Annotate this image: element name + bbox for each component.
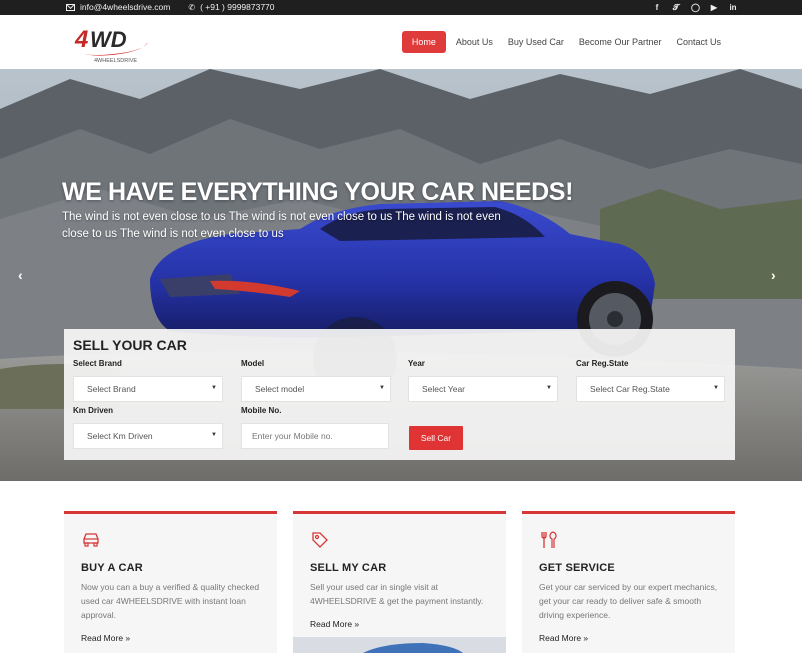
year-label: Year <box>408 359 425 368</box>
mobile-input[interactable]: Enter your Mobile no. <box>241 423 389 449</box>
linkedin-icon[interactable]: in <box>729 3 737 12</box>
nav-contact-us[interactable]: Contact Us <box>669 31 728 53</box>
slider-prev-arrow[interactable]: ‹ <box>18 267 23 283</box>
phone-icon: ✆ <box>188 2 196 12</box>
instagram-icon[interactable]: ◯ <box>691 3 700 12</box>
mail-icon <box>66 3 75 11</box>
main-nav: Home About Us Buy Used Car Become Our Pa… <box>401 31 728 53</box>
hero-banner: WE HAVE EVERYTHING YOUR CAR NEEDS! The w… <box>0 69 802 481</box>
youtube-icon[interactable]: ▶ <box>710 3 718 12</box>
slider-next-arrow[interactable]: › <box>771 267 776 283</box>
brand-select[interactable]: Select Brand ▼ <box>73 376 223 402</box>
chevron-down-icon: ▼ <box>211 385 217 391</box>
sell-car-form: SELL YOUR CAR Select Brand Select Brand … <box>64 329 735 460</box>
model-select-value: Select model <box>255 384 305 394</box>
hero-subtitle: The wind is not even close to us The win… <box>62 211 501 240</box>
nav-about-us[interactable]: About Us <box>449 31 500 53</box>
service-card-buy: BUY A CAR Now you can a buy a verified &… <box>64 511 277 653</box>
km-select-value: Select Km Driven <box>87 431 153 441</box>
state-label: Car Reg.State <box>576 359 629 368</box>
year-select[interactable]: Select Year ▼ <box>408 376 558 402</box>
km-label: Km Driven <box>73 406 114 415</box>
mobile-label: Mobile No. <box>241 406 282 415</box>
card-title: GET SERVICE <box>539 562 615 574</box>
year-select-value: Select Year <box>422 384 466 394</box>
facebook-icon[interactable]: f <box>653 3 661 12</box>
read-more-link[interactable]: Read More » <box>539 633 588 643</box>
model-label: Model <box>241 359 265 368</box>
read-more-link[interactable]: Read More » <box>81 633 130 643</box>
km-select[interactable]: Select Km Driven ▼ <box>73 423 223 449</box>
sell-car-button[interactable]: Sell Car <box>409 426 463 450</box>
mobile-input-placeholder: Enter your Mobile no. <box>252 431 333 441</box>
read-more-link[interactable]: Read More » <box>310 619 359 629</box>
card-title: BUY A CAR <box>81 562 143 574</box>
sell-form-heading: SELL YOUR CAR <box>73 337 187 353</box>
card-car-image <box>293 637 506 653</box>
car-icon <box>83 533 99 547</box>
phone-number[interactable]: ( +91 ) 9999873770 <box>200 2 274 12</box>
card-text: Sell your used car in single visit at 4W… <box>310 582 484 606</box>
chevron-down-icon: ▼ <box>379 385 385 391</box>
tag-icon <box>312 532 328 548</box>
top-bar: info@4wheelsdrive.com ✆ ( +91 ) 99998737… <box>0 0 802 15</box>
state-select[interactable]: Select Car Reg.State ▼ <box>576 376 725 402</box>
site-header: 4 WD 4WHEELSDRIVE Home About Us Buy Used… <box>0 15 802 69</box>
service-card-sell: SELL MY CAR Sell your used car in single… <box>293 511 506 653</box>
site-logo[interactable]: 4 WD 4WHEELSDRIVE <box>72 22 150 66</box>
nav-home[interactable]: Home <box>401 31 446 53</box>
email-link[interactable]: info@4wheelsdrive.com <box>80 2 170 12</box>
brand-label: Select Brand <box>73 359 122 368</box>
contact-info: info@4wheelsdrive.com ✆ ( +91 ) 99998737… <box>66 2 275 12</box>
chevron-down-icon: ▼ <box>713 385 719 391</box>
hero-title: WE HAVE EVERYTHING YOUR CAR NEEDS! <box>62 178 573 206</box>
chevron-down-icon: ▼ <box>211 432 217 438</box>
card-text: Get your car serviced by our expert mech… <box>539 582 718 620</box>
svg-text:4WHEELSDRIVE: 4WHEELSDRIVE <box>94 58 137 64</box>
card-title: SELL MY CAR <box>310 562 387 574</box>
state-select-value: Select Car Reg.State <box>590 384 670 394</box>
service-card-service: GET SERVICE Get your car serviced by our… <box>522 511 735 653</box>
brand-select-value: Select Brand <box>87 384 136 394</box>
svg-text:4: 4 <box>74 26 88 53</box>
tools-icon <box>541 531 557 548</box>
model-select[interactable]: Select model ▼ <box>241 376 391 402</box>
social-links: f 𝓣 ◯ ▶ in <box>653 3 737 12</box>
card-text: Now you can a buy a verified & quality c… <box>81 582 260 620</box>
twitter-icon[interactable]: 𝓣 <box>672 3 680 12</box>
nav-buy-used-car[interactable]: Buy Used Car <box>501 31 571 53</box>
chevron-down-icon: ▼ <box>546 385 552 391</box>
nav-become-partner[interactable]: Become Our Partner <box>572 31 669 53</box>
svg-text:WD: WD <box>90 27 127 52</box>
